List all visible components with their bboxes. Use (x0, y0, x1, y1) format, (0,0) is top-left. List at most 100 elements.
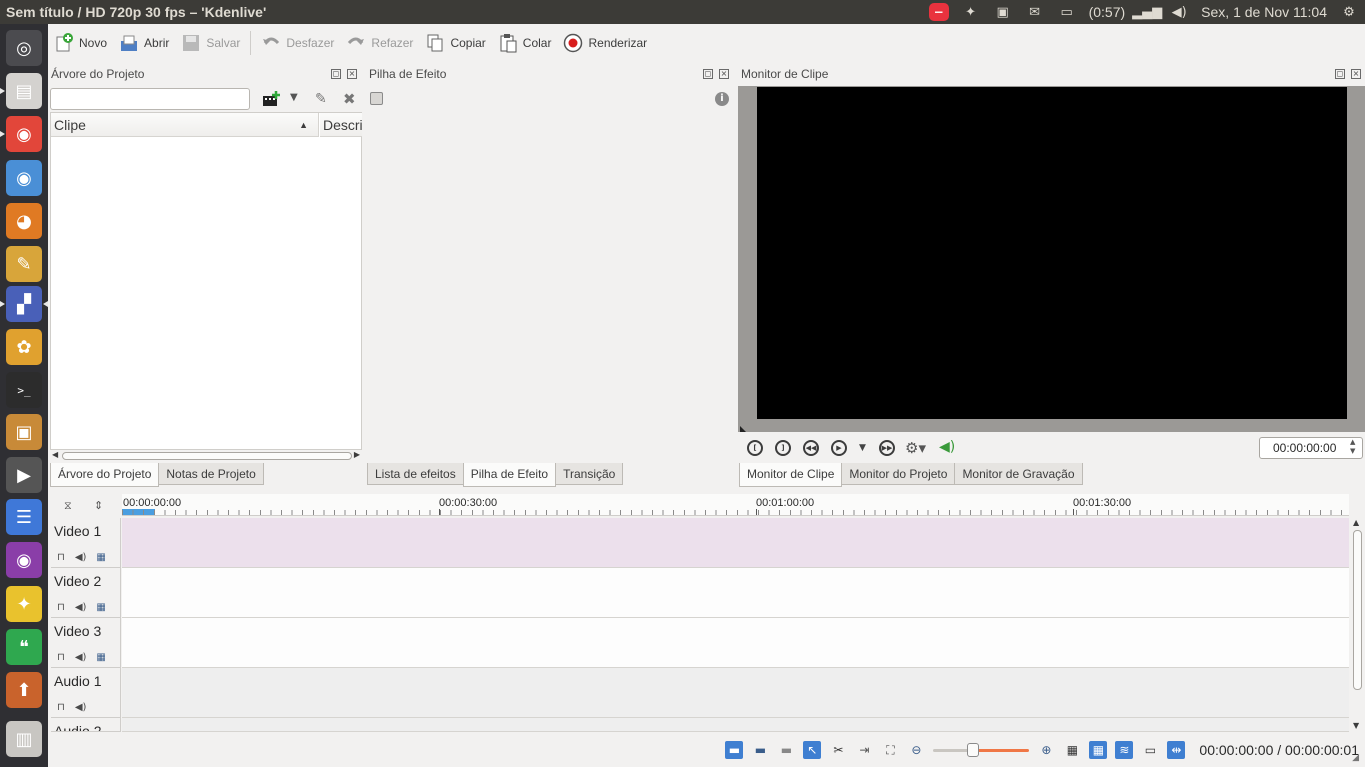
lock-icon[interactable]: ⊓ (57, 602, 65, 613)
tab-transition[interactable]: Transição (555, 463, 624, 485)
scroll-right-icon[interactable]: ▶ (354, 450, 360, 459)
play-options-dropdown-icon[interactable]: ▼ (859, 443, 866, 453)
launcher-item-chromium[interactable]: ◉ (6, 160, 42, 196)
timeline-ruler[interactable]: 00:00:00:00 00:00:30:00 00:01:00:00 00:01:3… (122, 494, 1349, 516)
tab-project-monitor[interactable]: Monitor do Projeto (841, 463, 956, 485)
show-audio-waveform-icon[interactable]: ≋ (1115, 741, 1134, 759)
set-zone-start-icon[interactable]: [ (747, 440, 763, 456)
system-gear-icon[interactable]: ⚙ (1339, 4, 1359, 20)
track-lane[interactable] (122, 568, 1349, 618)
track-name[interactable]: Video 3 (54, 623, 101, 639)
track-name[interactable]: Video 1 (54, 523, 101, 539)
track-lane[interactable] (122, 718, 1349, 732)
lock-icon[interactable]: ⊓ (57, 702, 65, 713)
float-panel-icon[interactable]: ◻ (1335, 69, 1345, 79)
lock-icon[interactable]: ⊓ (57, 552, 65, 563)
info-icon[interactable]: i (715, 92, 729, 106)
paste-button[interactable]: Colar (492, 28, 558, 58)
video-thumbnails-icon[interactable]: ▬ (725, 741, 744, 759)
battery-icon[interactable]: ▭ (1057, 4, 1077, 20)
mute-speaker-icon[interactable]: ◀) (75, 602, 87, 613)
launcher-item-kdenlive[interactable]: ▞ (0, 286, 48, 322)
track-header[interactable]: Audio 2⊓◀) (51, 718, 121, 732)
spacer-tool-icon[interactable]: ⇥ (855, 741, 873, 759)
column-header-clip[interactable]: Clipe ▲ (51, 113, 319, 137)
launcher-item-firefox[interactable]: ◕ (6, 203, 42, 239)
scroll-thumb[interactable] (62, 452, 352, 460)
split-audio-icon[interactable]: ⇹ (1167, 741, 1186, 759)
mute-speaker-icon[interactable]: ◀) (75, 652, 87, 663)
mute-speaker-icon[interactable]: ◀) (75, 702, 87, 713)
launcher-item-chrome[interactable]: ◉ (0, 116, 42, 152)
show-video-thumbs-icon[interactable]: ▦ (1089, 741, 1108, 759)
fit-zoom-icon[interactable]: ⛶ (881, 741, 899, 759)
launcher-item-terminal[interactable]: >_ (6, 372, 42, 408)
new-button[interactable]: Novo (48, 28, 113, 58)
expand-tracks-icon[interactable]: ⇕ (94, 499, 103, 512)
launcher-item-trash[interactable]: ▥ (6, 721, 42, 757)
close-panel-icon[interactable]: × (719, 69, 729, 79)
launcher-item-text-editor[interactable]: ✎ (6, 246, 42, 282)
volume-icon[interactable]: ◀) (1169, 4, 1189, 20)
network-icon[interactable]: ▂▄▆ (1132, 4, 1162, 20)
save-button[interactable]: Salvar (175, 28, 246, 58)
zoom-in-icon[interactable]: ⊕ (1037, 741, 1055, 759)
track-header[interactable]: Video 1 ⊓ ◀) ▦ (51, 518, 121, 568)
show-markers-icon[interactable]: ▬ (777, 741, 795, 759)
add-clip-icon[interactable] (262, 91, 280, 107)
scroll-thumb[interactable] (1353, 530, 1362, 690)
zoom-out-icon[interactable]: ⊖ (907, 741, 925, 759)
battery-time[interactable]: (0:57) (1089, 4, 1126, 20)
redo-button[interactable]: Refazer (340, 28, 419, 58)
zoom-slider-handle[interactable] (967, 743, 980, 757)
enable-effect-checkbox[interactable] (370, 92, 383, 105)
open-button[interactable]: Abrir (113, 28, 175, 58)
float-panel-icon[interactable]: ◻ (331, 69, 341, 79)
play-icon[interactable]: ▶ (831, 440, 847, 456)
launcher-item-archive[interactable]: ▣ (6, 414, 42, 450)
tab-project-notes[interactable]: Notas de Projeto (158, 463, 264, 485)
scroll-down-icon[interactable]: ▼ (1353, 721, 1359, 730)
hide-video-icon[interactable]: ▦ (96, 552, 105, 563)
scroll-up-icon[interactable]: ▲ (1353, 518, 1359, 527)
mute-speaker-icon[interactable]: ◀) (75, 552, 87, 563)
track-header[interactable]: Audio 1 ⊓ ◀) (51, 668, 121, 718)
track-header[interactable]: Video 3 ⊓ ◀) ▦ (51, 618, 121, 668)
tab-effect-stack[interactable]: Pilha de Efeito (462, 463, 557, 487)
float-panel-icon[interactable]: ◻ (703, 69, 713, 79)
collapse-tracks-icon[interactable]: ⧖ (64, 499, 72, 513)
hide-video-icon[interactable]: ▦ (96, 602, 105, 613)
timecode-spinner-icon[interactable]: ▲ ▼ (1350, 438, 1355, 456)
forward-icon[interactable]: ▶▶ (879, 440, 895, 456)
close-panel-icon[interactable]: × (347, 69, 357, 79)
copy-button[interactable]: Copiar (419, 28, 491, 58)
add-clip-dropdown-icon[interactable]: ▼ (290, 92, 298, 103)
launcher-item-files[interactable]: ▤ (0, 73, 42, 109)
monitor-screen[interactable] (757, 87, 1347, 419)
resize-grip-icon[interactable]: ◢ (1352, 753, 1359, 763)
tab-effect-list[interactable]: Lista de efeitos (367, 463, 464, 485)
launcher-item-dash-home[interactable]: ◎ (6, 30, 42, 66)
edit-clip-icon[interactable]: ✎ (315, 91, 327, 107)
launcher-item-document[interactable]: ☰ (6, 499, 42, 535)
launcher-item-dropbox[interactable]: ✦ (6, 586, 42, 622)
selection-tool-icon[interactable]: ↖ (803, 741, 822, 759)
tab-clip-monitor[interactable]: Monitor de Clipe (739, 463, 843, 487)
tab-project-tree[interactable]: Árvore do Projeto (50, 463, 160, 487)
lock-icon[interactable]: ⊓ (57, 652, 65, 663)
snap-icon[interactable]: ▦ (1063, 741, 1081, 759)
audio-volume-icon[interactable]: ◀) (939, 439, 955, 455)
launcher-item-software-updater[interactable]: ⬆ (6, 672, 42, 708)
timeline-vscrollbar[interactable]: ▲ ▼ (1351, 518, 1363, 730)
set-zone-end-icon[interactable]: ] (775, 440, 791, 456)
audio-thumbnails-icon[interactable]: ▬ (751, 741, 769, 759)
track-name[interactable]: Audio 1 (54, 673, 101, 689)
launcher-item-paint[interactable]: ✿ (6, 329, 42, 365)
close-panel-icon[interactable]: × (1351, 69, 1361, 79)
track-header[interactable]: Video 2 ⊓ ◀) ▦ (51, 568, 121, 618)
minus-indicator-icon[interactable]: − (928, 3, 949, 21)
sync-icon[interactable]: ▣ (993, 4, 1013, 20)
monitor-settings-gear-icon[interactable]: ⚙▾ (905, 439, 926, 457)
project-tree-hscrollbar[interactable]: ◀ ▶ (50, 450, 362, 462)
clock[interactable]: Sex, 1 de Nov 11:04 (1201, 4, 1327, 20)
